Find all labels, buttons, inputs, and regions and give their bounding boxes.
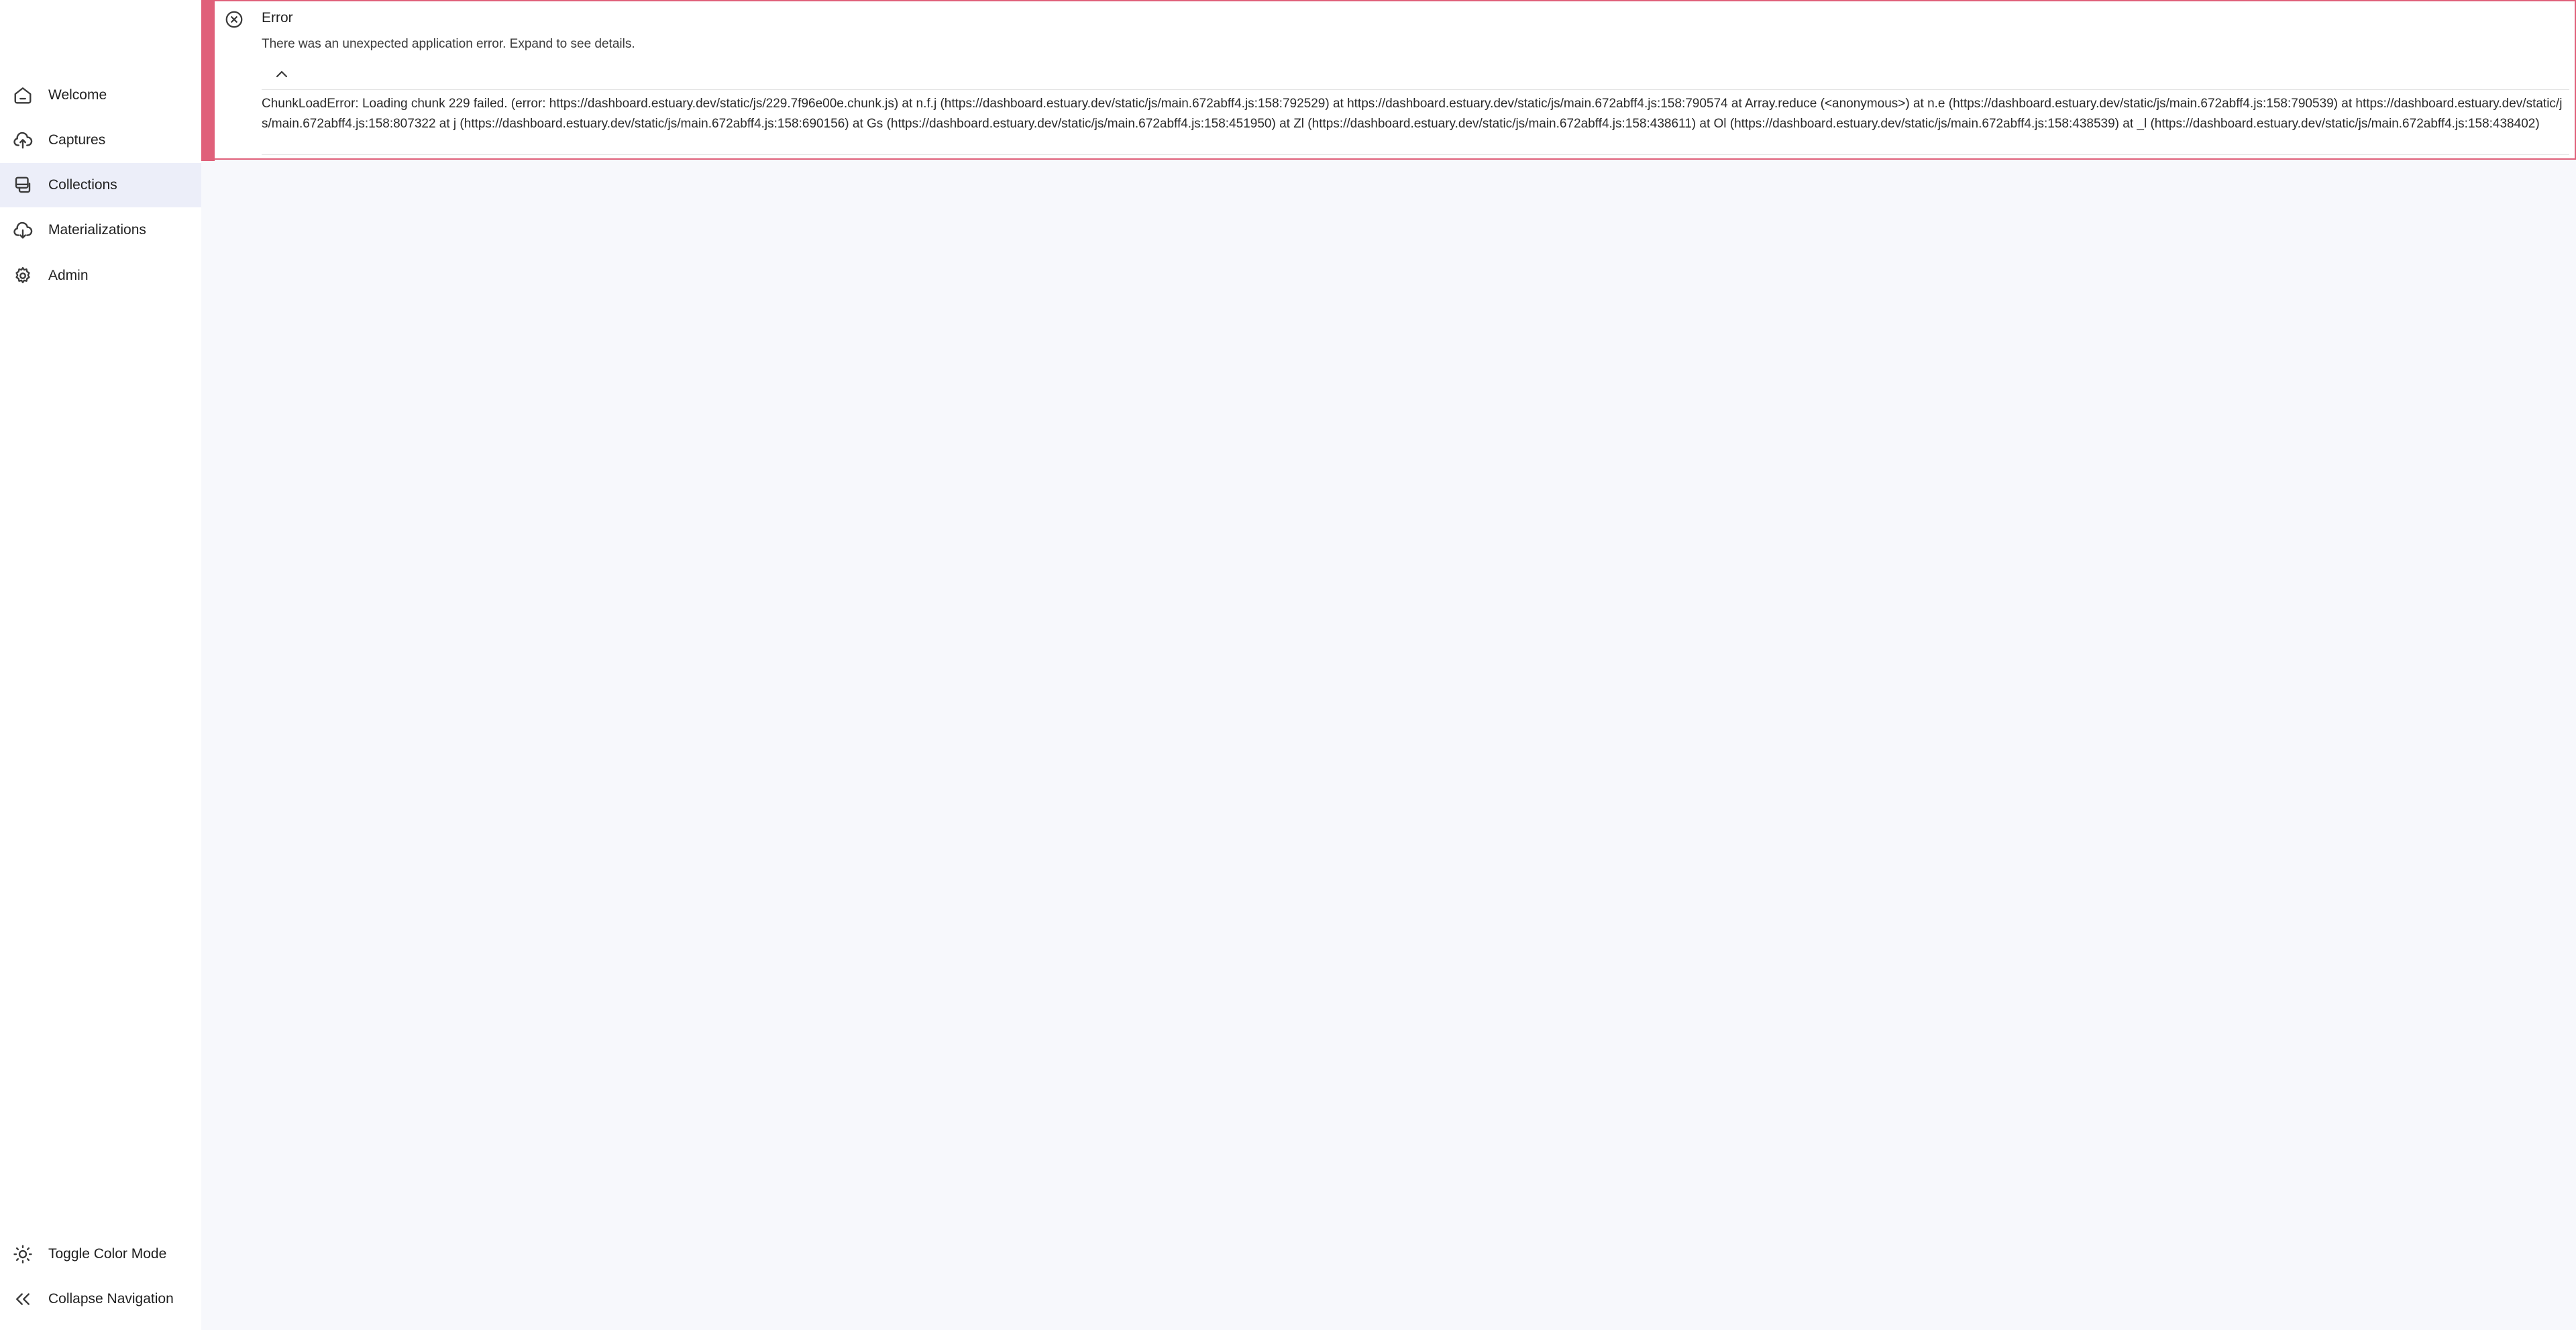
error-alert: Error There was an unexpected applicatio… — [201, 0, 2576, 161]
alert-accent-bar — [201, 0, 215, 161]
gear-icon — [12, 265, 34, 287]
sidebar-item-materializations[interactable]: Materializations — [0, 208, 201, 252]
home-icon — [12, 85, 34, 106]
sidebar-item-welcome[interactable]: Welcome — [0, 73, 201, 117]
sun-icon — [12, 1243, 34, 1265]
sidebar-item-label: Materializations — [48, 222, 146, 238]
chevron-up-icon — [276, 70, 288, 78]
collapse-navigation-label: Collapse Navigation — [48, 1291, 174, 1307]
alert-title: Error — [262, 10, 293, 25]
main-content: Error There was an unexpected applicatio… — [201, 0, 2576, 1330]
error-circle-x-icon — [224, 9, 244, 30]
details-divider — [262, 89, 2569, 90]
details-divider — [262, 154, 2569, 155]
sidebar-item-label: Captures — [48, 132, 106, 148]
sidebar-item-admin[interactable]: Admin — [0, 254, 201, 298]
error-details: ChunkLoadError: Loading chunk 229 failed… — [262, 97, 2563, 131]
alert-message: There was an unexpected application erro… — [262, 37, 635, 51]
double-chevron-left-icon — [12, 1288, 34, 1310]
sidebar-item-label: Welcome — [48, 87, 107, 103]
collection-icon — [12, 174, 34, 196]
toggle-color-mode-button[interactable]: Toggle Color Mode — [0, 1232, 201, 1276]
collapse-details-button[interactable] — [268, 63, 295, 85]
collapse-navigation-button[interactable]: Collapse Navigation — [0, 1277, 201, 1321]
cloud-upload-icon — [12, 130, 34, 151]
sidebar-navigation: Welcome Captures Collections Materializa… — [0, 0, 201, 1330]
sidebar-item-collections[interactable]: Collections — [0, 163, 201, 207]
sidebar-item-captures[interactable]: Captures — [0, 118, 201, 162]
sidebar-item-label: Admin — [48, 268, 89, 283]
toggle-color-mode-label: Toggle Color Mode — [48, 1246, 167, 1262]
cloud-download-icon — [12, 219, 34, 241]
sidebar-item-label: Collections — [48, 177, 117, 193]
